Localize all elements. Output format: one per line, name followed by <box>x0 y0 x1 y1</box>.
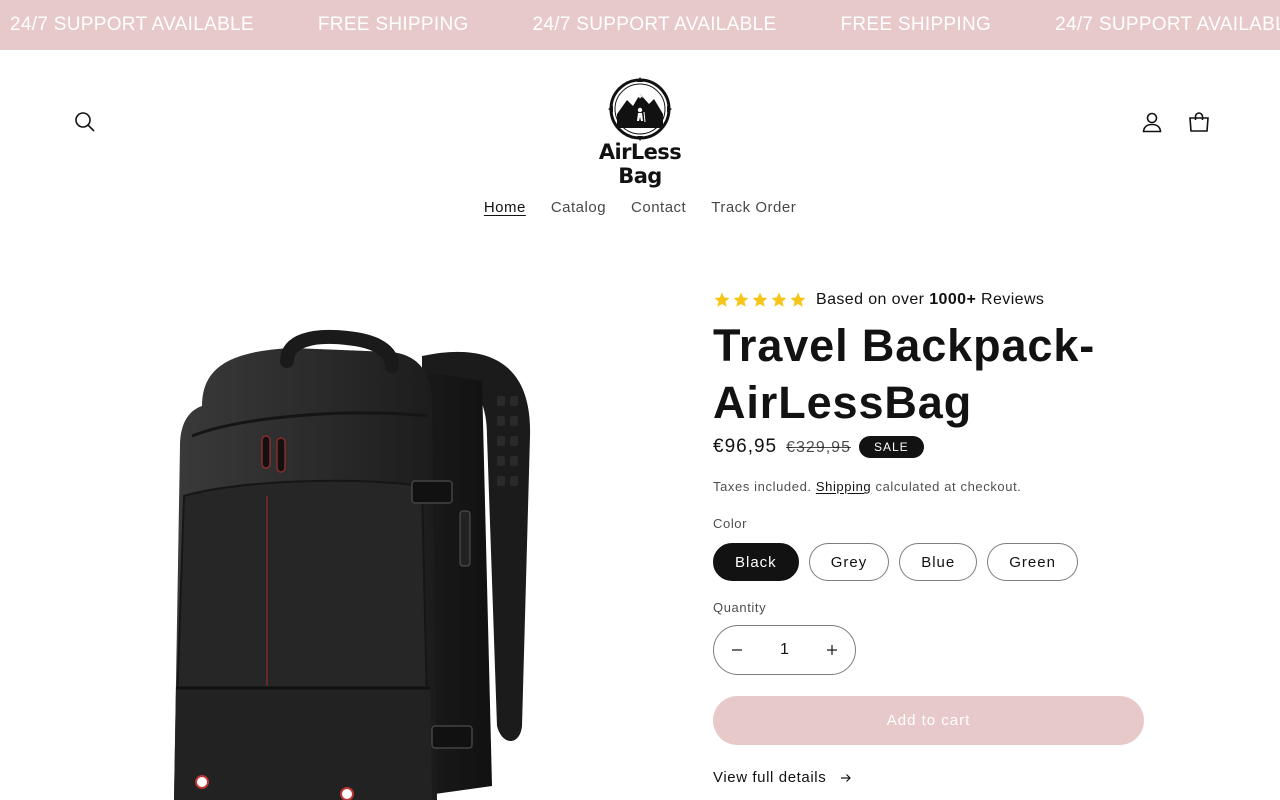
plus-icon <box>827 645 837 655</box>
quantity-stepper <box>713 625 856 675</box>
rating-text: Based on over 1000+ Reviews <box>816 291 1044 309</box>
rating-count: 1000+ <box>929 291 977 308</box>
add-to-cart-button[interactable]: Add to cart <box>713 696 1144 745</box>
arrow-right-icon <box>841 773 852 782</box>
star-icon <box>771 292 787 307</box>
site-header: AirLess Bag Home Catalog Contact Track O… <box>0 50 1280 235</box>
announcement-item: 24/7 SUPPORT AVAILABLE <box>10 14 254 35</box>
search-icon[interactable] <box>70 107 100 137</box>
tax-suffix: calculated at checkout. <box>875 479 1022 494</box>
quantity-input[interactable] <box>759 641 810 659</box>
price-row: €96,95 €329,95 SALE <box>713 432 1153 462</box>
backpack-image <box>174 329 531 800</box>
rating-suffix: Reviews <box>981 291 1045 308</box>
announcement-track: 24/7 SUPPORT AVAILABLE FREE SHIPPING 24/… <box>10 14 1280 36</box>
account-icon[interactable] <box>1137 107 1167 137</box>
color-option-blue[interactable]: Blue <box>899 543 978 581</box>
announcement-bar: 24/7 SUPPORT AVAILABLE FREE SHIPPING 24/… <box>0 0 1280 50</box>
color-label: Color <box>713 516 748 531</box>
logo-emblem-icon <box>608 77 672 141</box>
rating: Based on over 1000+ Reviews <box>713 288 1153 312</box>
compare-price: €329,95 <box>786 439 851 456</box>
rating-stars <box>713 291 807 309</box>
sale-badge: SALE <box>858 436 924 458</box>
color-option-green[interactable]: Green <box>987 543 1078 581</box>
announcement-item: 24/7 SUPPORT AVAILABLE <box>1055 14 1280 35</box>
sale-price: €96,95 <box>713 436 778 457</box>
product-title: Travel Backpack- AirLessBag <box>713 320 1096 428</box>
color-option-grey[interactable]: Grey <box>808 543 890 581</box>
product-info: Based on over 1000+ Reviews Travel Backp… <box>713 288 1153 786</box>
logo-text: AirLess Bag <box>598 140 682 188</box>
announcement-item: FREE SHIPPING <box>840 14 992 35</box>
tax-prefix: Taxes included. <box>713 479 812 494</box>
star-icon <box>790 292 806 307</box>
star-icon <box>752 292 768 307</box>
quantity-label: Quantity <box>713 600 767 615</box>
cart-icon[interactable] <box>1184 107 1214 137</box>
star-icon <box>714 292 730 307</box>
announcement-item: FREE SHIPPING <box>317 14 469 35</box>
view-full-details-link[interactable]: View full details <box>713 769 1153 786</box>
tax-note: Taxes included. Shipping calculated at c… <box>713 479 1153 495</box>
shipping-link[interactable]: Shipping <box>816 479 871 494</box>
color-options: Black Grey Blue Green <box>713 543 1153 581</box>
nav-item-home[interactable]: Home <box>471 199 538 217</box>
quantity-increase-button[interactable] <box>816 634 848 666</box>
quantity-decrease-button[interactable] <box>721 634 753 666</box>
main-nav: Home Catalog Contact Track Order <box>0 199 1280 217</box>
rating-prefix: Based on over <box>816 291 925 308</box>
nav-item-catalog[interactable]: Catalog <box>538 199 618 217</box>
nav-item-track-order[interactable]: Track Order <box>699 199 809 217</box>
color-option-black[interactable]: Black <box>713 543 799 581</box>
product-image[interactable] <box>92 286 652 800</box>
logo[interactable]: AirLess Bag <box>576 76 704 188</box>
minus-icon <box>732 649 742 651</box>
nav-item-contact[interactable]: Contact <box>619 199 699 217</box>
announcement-item: 24/7 SUPPORT AVAILABLE <box>532 14 777 35</box>
view-details-label: View full details <box>713 769 827 786</box>
star-icon <box>733 292 749 307</box>
